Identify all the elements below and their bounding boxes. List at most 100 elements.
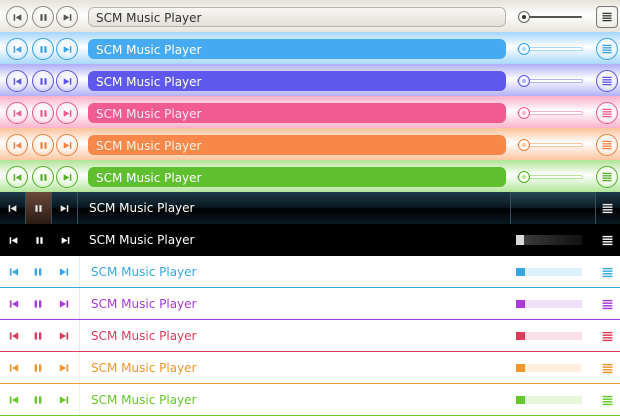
volume-slider[interactable] — [516, 171, 582, 183]
pause-button[interactable] — [27, 389, 49, 411]
pause-button[interactable] — [27, 293, 49, 315]
next-button[interactable] — [52, 192, 78, 224]
skip-next-icon — [62, 108, 73, 119]
volume-slider[interactable] — [516, 298, 582, 310]
pause-button[interactable] — [32, 102, 54, 124]
previous-button[interactable] — [6, 70, 28, 92]
volume-knob[interactable] — [518, 107, 530, 119]
pause-button[interactable] — [27, 325, 49, 347]
previous-button[interactable] — [6, 166, 28, 188]
title-separator — [79, 320, 80, 351]
volume-knob[interactable] — [518, 75, 530, 87]
next-button[interactable] — [56, 38, 78, 60]
volume-knob[interactable] — [518, 171, 530, 183]
playlist-button[interactable] — [596, 293, 618, 315]
playlist-button[interactable] — [596, 6, 618, 28]
skip-next-icon — [58, 298, 70, 310]
skip-previous-icon — [12, 108, 23, 119]
volume-slider[interactable] — [516, 394, 582, 406]
track-title: SCM Music Player — [91, 361, 197, 375]
next-button[interactable] — [56, 102, 78, 124]
next-button[interactable] — [53, 389, 75, 411]
next-button[interactable] — [56, 134, 78, 156]
next-button[interactable] — [56, 6, 78, 28]
previous-button[interactable] — [3, 389, 25, 411]
previous-button[interactable] — [3, 261, 25, 283]
track-title: SCM Music Player — [88, 7, 506, 27]
skip-previous-icon — [12, 12, 23, 23]
volume-knob[interactable] — [518, 11, 530, 23]
pause-button[interactable] — [27, 261, 49, 283]
track-title: SCM Music Player — [91, 393, 197, 407]
title-separator — [79, 352, 80, 383]
playlist-button[interactable] — [596, 197, 618, 219]
previous-button[interactable] — [0, 192, 26, 224]
volume-slider[interactable] — [516, 107, 582, 119]
volume-knob[interactable] — [518, 139, 530, 151]
pause-button[interactable] — [32, 134, 54, 156]
playlist-button[interactable] — [596, 261, 618, 283]
skip-previous-icon — [8, 266, 20, 278]
player-pink: SCM Music Player — [0, 96, 620, 128]
volume-slider[interactable] — [516, 139, 582, 151]
track-title: SCM Music Player — [91, 329, 197, 343]
previous-button[interactable] — [6, 134, 28, 156]
volume-slider[interactable] — [516, 75, 582, 87]
playlist-menu-icon — [601, 43, 613, 55]
pause-button[interactable] — [27, 357, 49, 379]
previous-button[interactable] — [3, 325, 25, 347]
previous-button[interactable] — [0, 224, 26, 256]
pause-button[interactable] — [32, 166, 54, 188]
track-title: SCM Music Player — [91, 297, 197, 311]
previous-button[interactable] — [6, 102, 28, 124]
previous-button[interactable] — [6, 38, 28, 60]
volume-track — [516, 364, 582, 372]
playlist-button[interactable] — [596, 38, 618, 60]
previous-button[interactable] — [3, 357, 25, 379]
volume-slider[interactable] — [516, 43, 582, 55]
playlist-button[interactable] — [596, 389, 618, 411]
pause-icon — [38, 76, 49, 87]
playlist-button[interactable] — [596, 134, 618, 156]
skip-next-icon — [62, 140, 73, 151]
volume-slider[interactable] — [516, 266, 582, 278]
playlist-button[interactable] — [596, 102, 618, 124]
playlist-button[interactable] — [596, 166, 618, 188]
volume-slider[interactable] — [516, 11, 582, 23]
volume-slider[interactable] — [516, 362, 582, 374]
pause-button[interactable] — [26, 192, 52, 224]
volume-knob[interactable] — [518, 43, 530, 55]
pause-button[interactable] — [32, 38, 54, 60]
next-button[interactable] — [53, 357, 75, 379]
next-button[interactable] — [56, 166, 78, 188]
skip-next-icon — [58, 362, 70, 374]
skip-previous-icon — [12, 44, 23, 55]
pause-button[interactable] — [32, 6, 54, 28]
volume-slider[interactable] — [510, 192, 596, 224]
playlist-button[interactable] — [596, 357, 618, 379]
pause-button[interactable] — [26, 224, 52, 256]
playlist-button[interactable] — [596, 229, 618, 251]
next-button[interactable] — [53, 293, 75, 315]
skip-next-icon — [59, 203, 70, 214]
pause-button[interactable] — [32, 70, 54, 92]
volume-slider[interactable] — [516, 330, 582, 342]
next-button[interactable] — [56, 70, 78, 92]
skip-next-icon — [58, 330, 70, 342]
next-button[interactable] — [53, 261, 75, 283]
next-button[interactable] — [53, 325, 75, 347]
player-blue: SCM Music Player — [0, 32, 620, 64]
player-black: SCM Music Player — [0, 224, 620, 256]
playlist-menu-icon — [601, 171, 613, 183]
volume-slider[interactable] — [516, 234, 582, 246]
next-button[interactable] — [52, 224, 78, 256]
previous-button[interactable] — [3, 293, 25, 315]
pause-icon — [38, 108, 49, 119]
playlist-button[interactable] — [596, 70, 618, 92]
skip-previous-icon — [8, 394, 20, 406]
previous-button[interactable] — [6, 6, 28, 28]
playlist-menu-icon — [601, 362, 614, 375]
playlist-button[interactable] — [596, 325, 618, 347]
playlist-menu-icon — [601, 107, 613, 119]
volume-track — [524, 235, 582, 245]
